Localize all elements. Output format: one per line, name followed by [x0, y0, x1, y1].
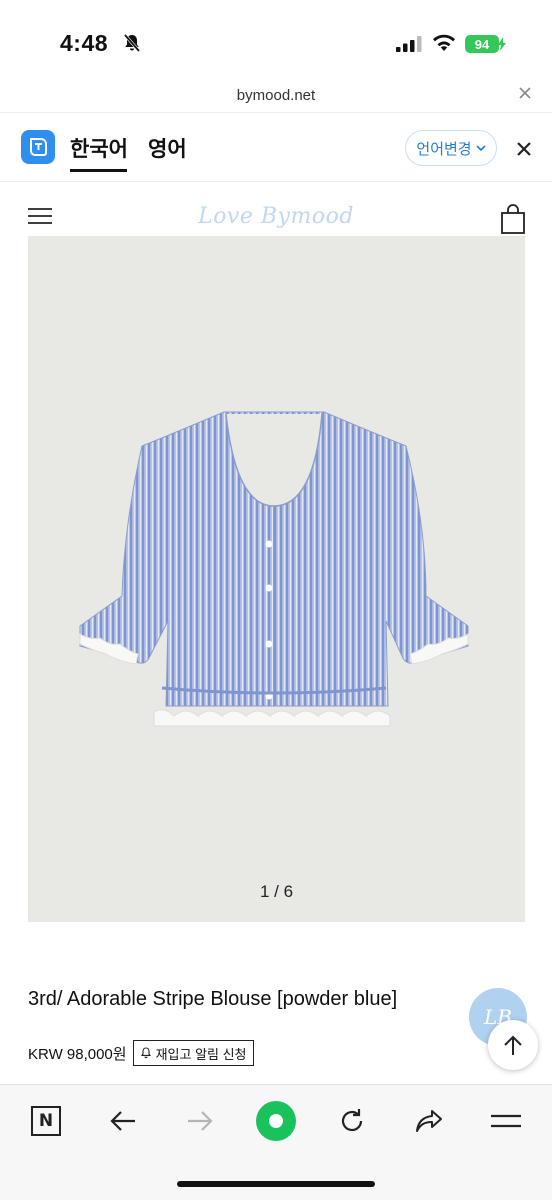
tab-korean[interactable]: 한국어 — [70, 133, 128, 163]
menu-button[interactable] — [484, 1099, 528, 1143]
share-button[interactable] — [407, 1099, 451, 1143]
translate-app-icon — [21, 130, 55, 164]
charging-bolt-icon — [498, 37, 506, 51]
menu-lines-icon — [491, 1114, 521, 1128]
image-counter: 1 / 6 — [259, 882, 294, 901]
restock-alert-label: 재입고 알림 신청 — [155, 1046, 247, 1062]
url-text[interactable]: bymood.net — [237, 87, 315, 104]
bell-icon — [140, 1047, 151, 1059]
blouse-photo — [79, 411, 469, 727]
shopping-bag-icon[interactable] — [500, 204, 526, 234]
naver-n-icon: N — [31, 1106, 61, 1136]
status-bar: 4:48 94 — [0, 0, 552, 84]
close-icon[interactable] — [518, 86, 532, 100]
price-row: KRW 98,000원 재입고 알림 신청 — [28, 1040, 254, 1066]
hamburger-menu-icon[interactable] — [28, 208, 52, 224]
green-circle-icon — [256, 1101, 296, 1141]
back-button[interactable] — [101, 1099, 145, 1143]
product-title: 3rd/ Adorable Stripe Blouse [powder blue… — [28, 988, 398, 1010]
refresh-icon — [341, 1109, 363, 1132]
change-language-label: 언어변경 — [416, 140, 472, 158]
url-bar[interactable]: bymood.net — [0, 84, 552, 112]
site-header: Love Bymood — [0, 182, 552, 238]
home-indicator — [177, 1181, 375, 1187]
product-image[interactable]: 1 / 6 — [28, 236, 525, 922]
change-language-button[interactable]: 언어변경 — [405, 130, 497, 166]
chevron-down-icon — [476, 144, 486, 151]
close-translate-icon[interactable] — [516, 141, 532, 157]
green-dot-button[interactable] — [254, 1099, 298, 1143]
battery-level: 94 — [474, 36, 490, 52]
share-arrow-icon — [416, 1110, 442, 1132]
arrow-right-icon — [188, 1111, 213, 1131]
scroll-to-top-button[interactable] — [488, 1020, 538, 1070]
wifi-icon — [433, 34, 455, 51]
arrow-up-icon — [504, 1035, 522, 1055]
battery-icon: 94 — [465, 35, 499, 53]
status-time: 4:48 — [60, 30, 109, 56]
refresh-button[interactable] — [330, 1099, 374, 1143]
tab-english[interactable]: 영어 — [148, 133, 187, 163]
arrow-left-icon — [110, 1111, 135, 1131]
product-price: KRW 98,000원 — [28, 1045, 127, 1063]
site-logo[interactable]: Love Bymood — [198, 204, 354, 240]
bell-slash-icon — [123, 34, 141, 52]
green-circle-center — [269, 1114, 283, 1128]
active-tab-underline — [70, 169, 127, 172]
restock-alert-button[interactable]: 재입고 알림 신청 — [132, 1040, 254, 1066]
forward-button[interactable] — [178, 1099, 222, 1143]
naver-home-button[interactable]: N — [24, 1099, 68, 1143]
translate-bar: 한국어 영어 언어변경 — [0, 112, 552, 182]
cellular-signal-icon — [396, 36, 422, 52]
translate-icon — [30, 138, 47, 156]
